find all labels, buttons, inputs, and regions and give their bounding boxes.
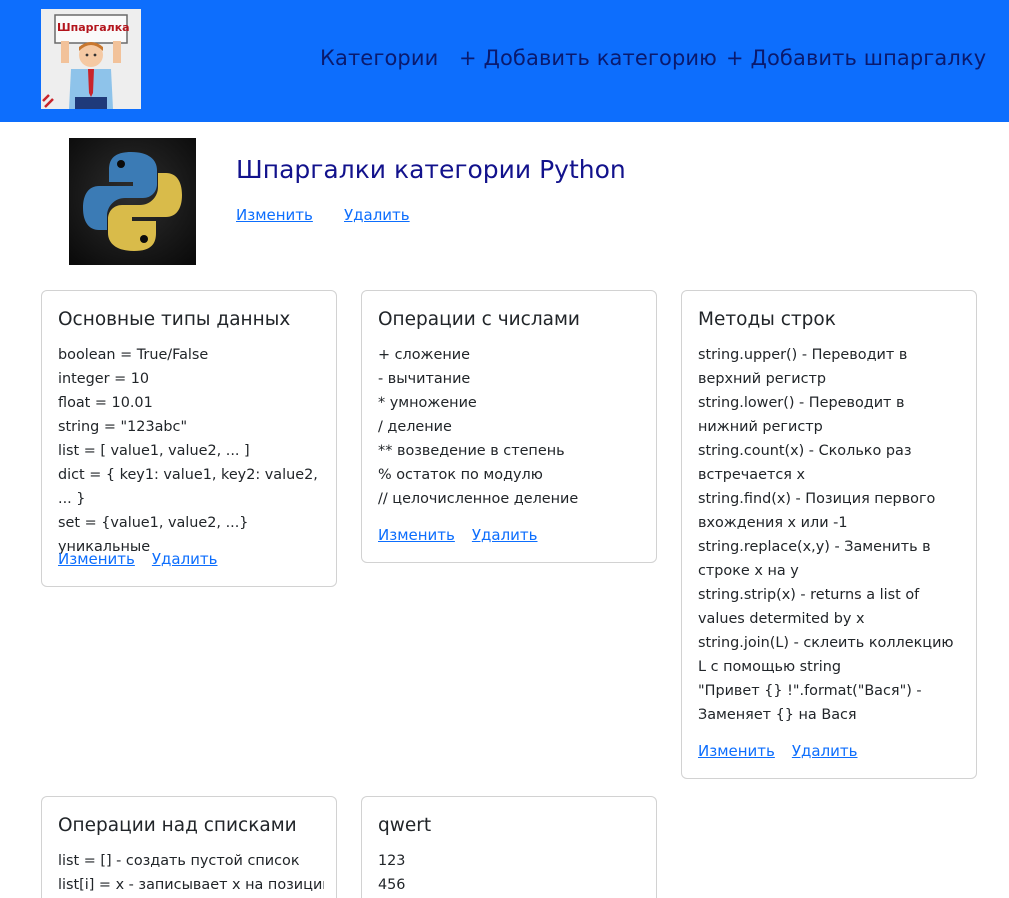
category-title: Шпаргалки категории Python — [236, 155, 626, 184]
card-line: string.upper() - Переводит в верхний рег… — [698, 347, 908, 387]
card-line: + сложение — [378, 347, 470, 363]
card-line: string.lower() - Переводит в нижний реги… — [698, 395, 905, 435]
card-line: 456 — [378, 877, 406, 893]
card-title: qwert — [378, 815, 432, 836]
python-icon — [69, 138, 196, 265]
card-delete-link[interactable]: Удалить — [152, 550, 218, 568]
card-title: Операции над списками — [58, 815, 297, 836]
card-line: // целочисленное деление — [378, 491, 579, 507]
category-edit-link[interactable]: Изменить — [236, 206, 313, 224]
nav-link-add-cheatsheet[interactable]: + Добавить шпаргалку — [726, 46, 986, 70]
card-line: dict = { key1: value1, key2: value2, ...… — [58, 467, 318, 507]
card-line: list = [ value1, value2, ... ] — [58, 443, 250, 459]
card-actions: Изменить Удалить — [58, 550, 235, 568]
card-line: list[i] = x - записывает x на позиции — [58, 877, 324, 893]
card-text: string.upper() - Переводит в верхний рег… — [698, 343, 964, 727]
card-line: string = "123abc" — [58, 419, 188, 435]
cheatsheet-card: Методы строк string.upper() - Переводит … — [681, 290, 977, 779]
nav-link-add-category[interactable]: + Добавить категорию — [459, 46, 717, 70]
category-delete-link[interactable]: Удалить — [344, 206, 410, 224]
navbar: Шпаргалка Категории + Добавить категорию… — [0, 0, 1009, 122]
card-line: % остаток по модулю — [378, 467, 543, 483]
card-line: ** возведение в степень — [378, 443, 565, 459]
card-title: Методы строк — [698, 309, 836, 330]
card-line: - вычитание — [378, 371, 471, 387]
card-line: string.strip(x) - returns a list of valu… — [698, 587, 920, 627]
card-line: list = [] - создать пустой список — [58, 853, 300, 869]
card-title: Основные типы данных — [58, 309, 291, 330]
card-edit-link[interactable]: Изменить — [58, 550, 135, 568]
card-text: + сложение - вычитание * умножение / дел… — [378, 343, 644, 511]
card-line: integer = 10 — [58, 371, 150, 387]
card-text: boolean = True/False integer = 10 float … — [58, 343, 324, 559]
python-logo-image — [69, 138, 196, 265]
card-text: 123 456 — [378, 849, 644, 897]
card-edit-link[interactable]: Изменить — [378, 526, 455, 544]
card-line: * умножение — [378, 395, 477, 411]
cheatsheet-card: Операции над списками list = [] - создат… — [41, 796, 337, 898]
card-title: Операции с числами — [378, 309, 580, 330]
cheatsheet-card: qwert 123 456 — [361, 796, 657, 898]
card-text: list = [] - создать пустой список list[i… — [58, 849, 324, 897]
card-line: float = 10.01 — [58, 395, 153, 411]
site-logo[interactable]: Шпаргалка — [41, 9, 141, 109]
nav-link-categories[interactable]: Категории — [320, 46, 438, 70]
card-line: "Привет {} !".format("Вася") - Заменяет … — [698, 683, 922, 723]
card-edit-link[interactable]: Изменить — [698, 742, 775, 760]
card-delete-link[interactable]: Удалить — [472, 526, 538, 544]
cheatsheet-card: Операции с числами + сложение - вычитани… — [361, 290, 657, 563]
card-line: boolean = True/False — [58, 347, 209, 363]
card-line: string.count(x) - Сколько раз встречаетс… — [698, 443, 912, 483]
card-line: string.find(x) - Позиция первого вхожден… — [698, 491, 936, 531]
card-line: string.join(L) - склеить коллекцию L с п… — [698, 635, 954, 675]
logo-sign-text: Шпаргалка — [57, 21, 130, 34]
card-actions: Изменить Удалить — [698, 742, 875, 760]
card-line: 123 — [378, 853, 406, 869]
card-delete-link[interactable]: Удалить — [792, 742, 858, 760]
card-actions: Изменить Удалить — [378, 526, 555, 544]
card-line: string.replace(x,y) - Заменить в строке … — [698, 539, 931, 579]
card-line: / деление — [378, 419, 452, 435]
cheatsheet-card: Основные типы данных boolean = True/Fals… — [41, 290, 337, 587]
